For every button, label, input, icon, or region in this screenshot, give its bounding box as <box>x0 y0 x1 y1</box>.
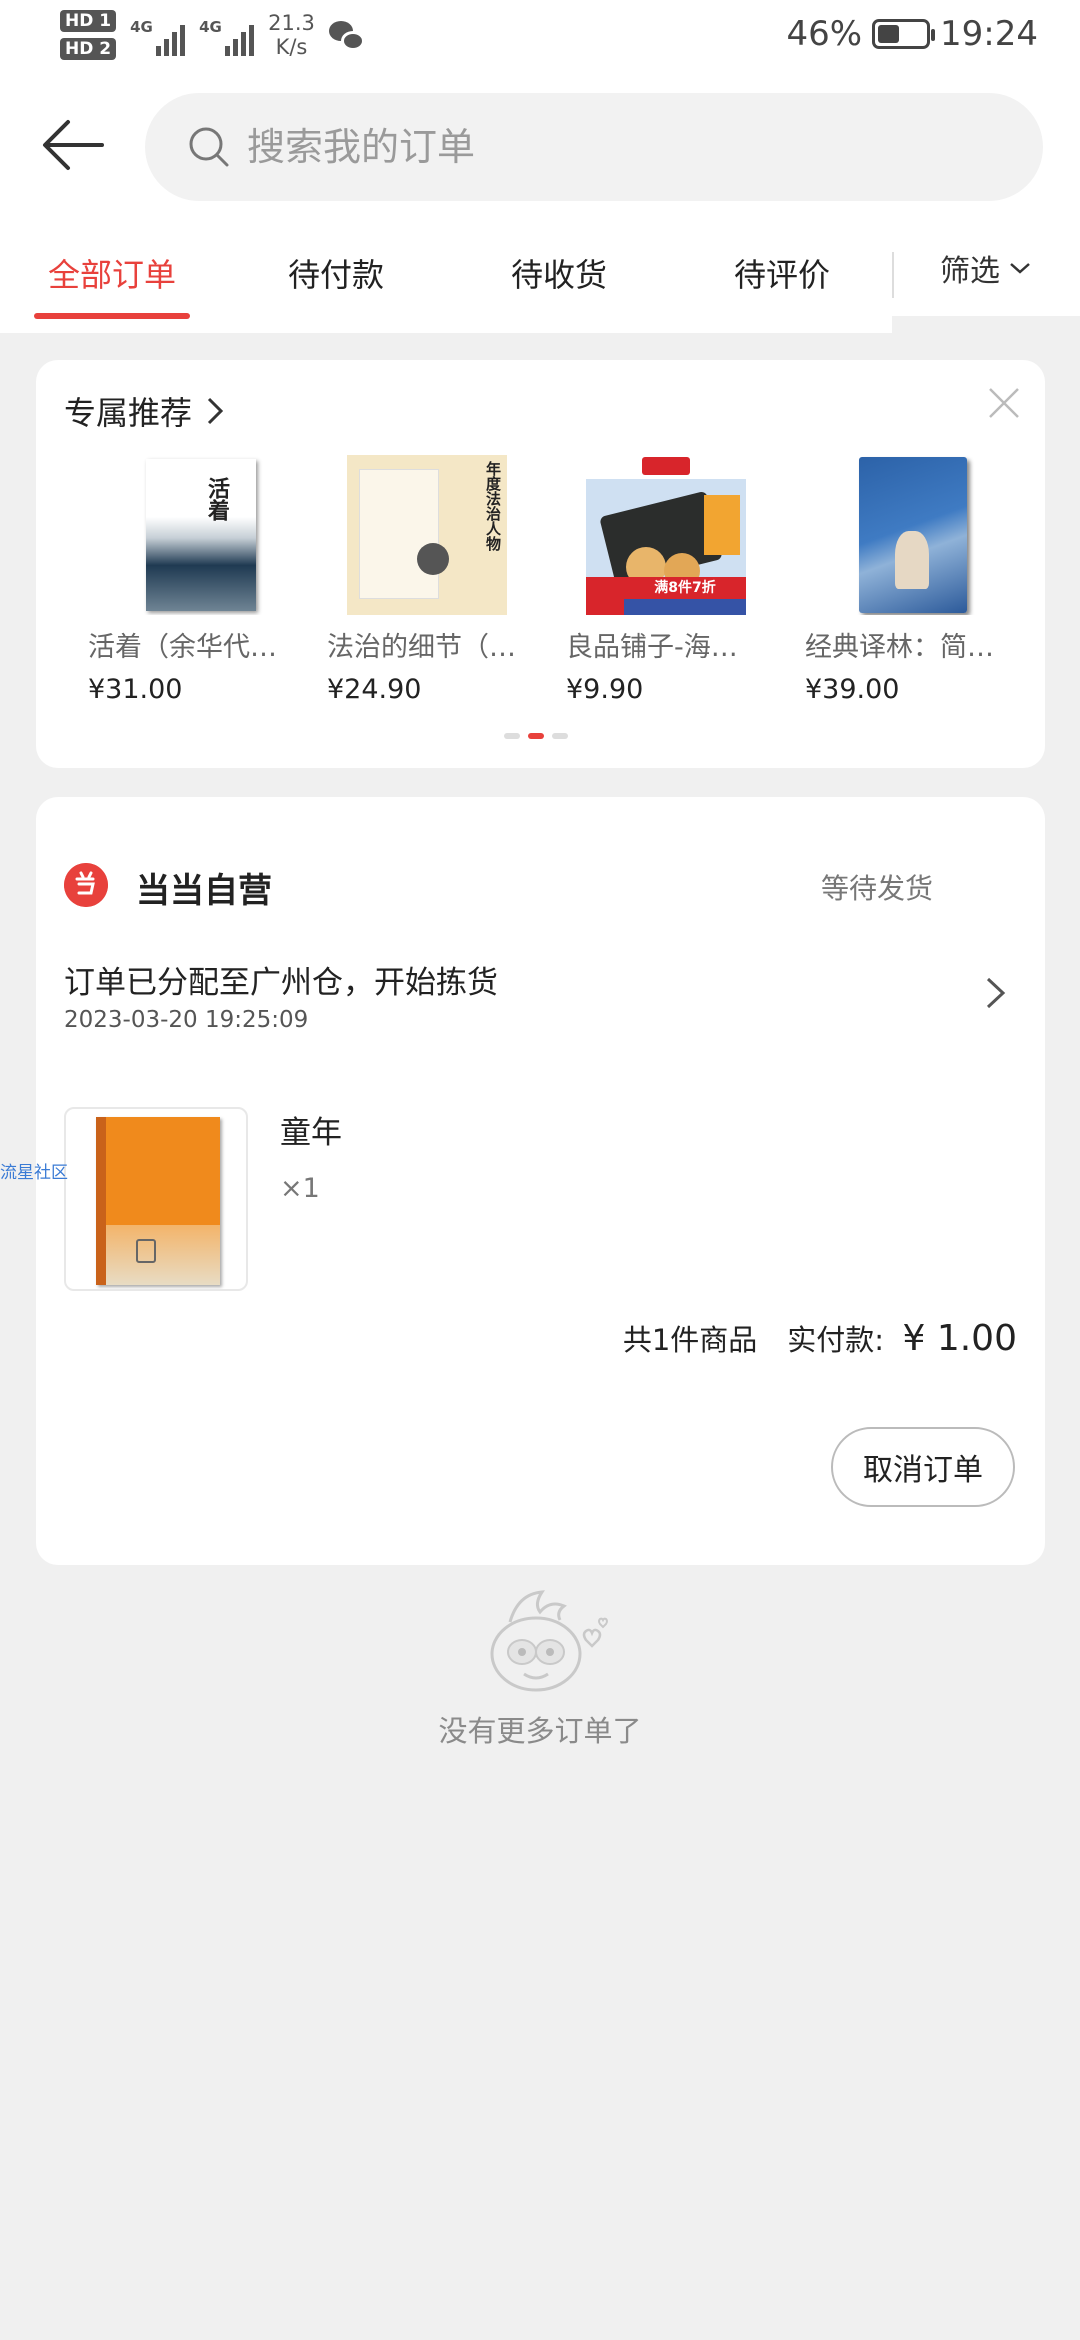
product-price: ¥39.00 <box>805 674 900 705</box>
order-item-title[interactable]: 童年 <box>280 1107 342 1152</box>
chevron-down-icon <box>1010 263 1030 274</box>
search-bar[interactable] <box>145 93 1043 201</box>
back-arrow-icon[interactable] <box>38 110 108 180</box>
empty-state: 没有更多订单了 <box>0 1590 1080 1750</box>
filter-label: 筛选 <box>940 254 1000 289</box>
carousel-indicator <box>504 733 568 739</box>
hd1-badge: HD 1 <box>60 10 117 32</box>
cancel-order-button[interactable]: 取消订单 <box>831 1427 1015 1507</box>
network-speed-value: 21.3 <box>268 11 315 35</box>
cover-text: 活着 <box>204 477 229 521</box>
carousel-dot <box>552 733 568 739</box>
product-name: 良品铺子-海… <box>566 632 738 663</box>
header <box>0 80 1080 220</box>
tab-pending-receipt[interactable]: 待收货 <box>511 250 607 296</box>
product-name: 法治的细节（… <box>327 632 516 663</box>
tab-divider <box>892 252 894 298</box>
product-price: ¥31.00 <box>88 674 183 705</box>
product-image <box>825 455 985 615</box>
tab-pending-payment[interactable]: 待付款 <box>288 250 384 296</box>
recommend-list: 活着 活着（余华代… ¥31.00 年度法治人物 法治的细节（… ¥24.90 <box>36 455 1045 715</box>
paid-label: 实付款: <box>787 1323 885 1357</box>
battery-percent: 46% <box>786 14 863 54</box>
tab-pending-review[interactable]: 待评价 <box>734 250 830 296</box>
mascot-illustration-icon <box>490 1590 608 1692</box>
filter-button[interactable]: 筛选 <box>940 246 1032 290</box>
product-name: 经典译林：简… <box>805 632 994 663</box>
floating-side-tag[interactable]: 流星社区 <box>0 1158 68 1183</box>
logistics-message[interactable]: 订单已分配至广州仓，开始拣货 <box>64 957 498 1002</box>
hd2-badge: HD 2 <box>60 38 117 60</box>
order-item-quantity: ×1 <box>280 1173 320 1204</box>
network-speed-unit: K/s <box>275 35 308 59</box>
filter-area: 筛选 <box>892 220 1080 316</box>
product-image: 年度法治人物 <box>347 455 507 615</box>
recommend-item[interactable]: 年度法治人物 法治的细节（… ¥24.90 <box>327 455 527 705</box>
recommend-item[interactable]: 经典译林：简… ¥39.00 <box>805 455 1005 705</box>
cover-text: 满8件7折 <box>624 577 746 599</box>
order-status: 等待发货 <box>820 872 933 905</box>
network-type-2: 4G <box>199 18 222 36</box>
network-speed: 21.3 K/s <box>268 11 315 59</box>
active-tab-indicator <box>34 313 190 319</box>
product-image: 活着 <box>108 455 268 615</box>
signal-icon-2: 4G <box>199 14 255 56</box>
chevron-right-icon <box>207 397 224 425</box>
order-tabs: 全部订单 待付款 待收货 待评价 <box>0 220 892 333</box>
logistics-time: 2023-03-20 19:25:09 <box>64 1007 309 1033</box>
chevron-right-icon[interactable] <box>983 975 1009 1011</box>
carousel-dot-active <box>528 733 544 739</box>
tab-all-orders[interactable]: 全部订单 <box>48 250 176 296</box>
dangdang-logo-icon <box>64 863 108 907</box>
network-type-1: 4G <box>130 18 153 36</box>
recommend-title: 专属推荐 <box>64 394 193 432</box>
recommend-item[interactable]: 活着 活着（余华代… ¥31.00 <box>88 455 288 705</box>
battery-icon <box>872 19 936 49</box>
empty-state-text: 没有更多订单了 <box>438 1714 642 1748</box>
recommend-card: 专属推荐 活着 活着（余华代… ¥31.00 年度法治人物 法治的细节（… ¥2… <box>36 360 1045 768</box>
carousel-dot <box>504 733 520 739</box>
recommend-header[interactable]: 专属推荐 <box>64 388 224 434</box>
order-item-image[interactable] <box>64 1107 248 1291</box>
paid-amount: ¥ 1.00 <box>902 1318 1017 1359</box>
status-bar: HD 1 HD 2 4G 4G 21.3 K/s 46% 19:24 <box>0 0 1080 80</box>
product-name: 活着（余华代… <box>88 632 277 663</box>
order-summary: 共1件商品 实付款: ¥ 1.00 <box>623 1317 1017 1359</box>
clock: 19:24 <box>940 14 1038 54</box>
cover-text: 年度法治人物 <box>484 461 502 551</box>
product-price: ¥9.90 <box>566 674 644 705</box>
close-icon[interactable] <box>987 386 1021 420</box>
item-count: 共1件商品 <box>622 1323 758 1357</box>
search-input[interactable] <box>247 125 947 169</box>
product-price: ¥24.90 <box>327 674 422 705</box>
wechat-icon <box>328 19 365 51</box>
recommend-item[interactable]: 满8件7折 良品铺子-海… ¥9.90 <box>566 455 766 705</box>
signal-icon: 4G <box>130 14 186 56</box>
product-image: 满8件7折 <box>586 455 746 615</box>
search-icon <box>189 127 229 167</box>
order-card: 当当自营 等待发货 订单已分配至广州仓，开始拣货 2023-03-20 19:2… <box>36 797 1045 1565</box>
store-name[interactable]: 当当自营 <box>136 863 272 912</box>
